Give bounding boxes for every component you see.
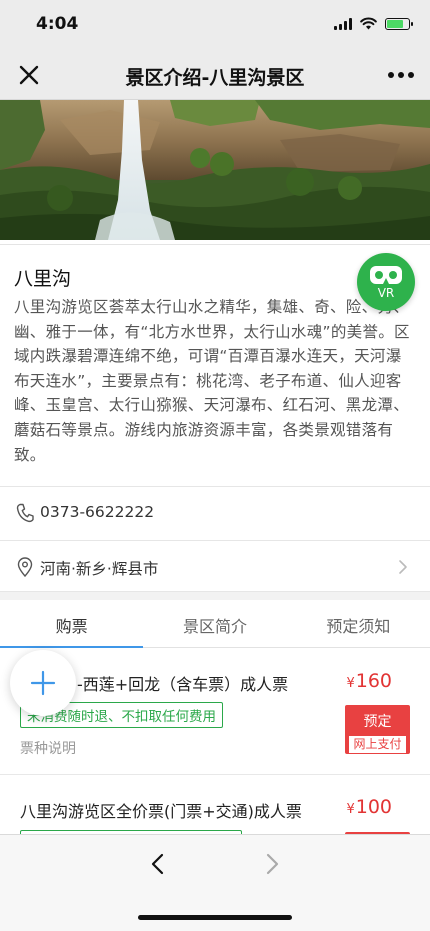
currency-symbol: ¥ — [346, 676, 355, 691]
close-icon[interactable] — [14, 60, 44, 90]
phone-icon — [16, 503, 34, 523]
wifi-icon — [360, 17, 377, 30]
more-icon[interactable] — [388, 72, 414, 78]
tab-buy-tickets[interactable]: 购票 — [0, 600, 144, 648]
price-value: 100 — [355, 796, 392, 818]
tab-bar: 购票 景区简介 预定须知 — [0, 600, 430, 648]
status-bar: 4:04 — [0, 0, 430, 50]
chevron-right-icon — [399, 560, 407, 574]
tab-scenic-intro[interactable]: 景区简介 — [143, 600, 286, 647]
vr-button[interactable]: VR — [357, 253, 415, 311]
phone-row[interactable]: 0373-6622222 — [0, 486, 430, 538]
forward-arrow-icon[interactable] — [262, 853, 282, 875]
signal-icon — [334, 17, 352, 30]
tab-booking-notes[interactable]: 预定须知 — [287, 600, 430, 647]
online-pay-label: 网上支付 — [348, 735, 407, 754]
hero-image — [0, 100, 430, 240]
status-icons — [334, 17, 413, 30]
location-pin-icon — [17, 557, 33, 577]
ticket-price: ¥100 — [346, 796, 392, 818]
ticket-type-note[interactable]: 票种说明 — [20, 738, 76, 758]
battery-level — [387, 19, 403, 28]
scenic-description: 八里沟游览区荟萃太行山水之精华，集雄、奇、险、秀、幽、雅于一体，有“北方水世界，… — [14, 298, 410, 464]
scenic-name: 八里沟 — [14, 268, 72, 290]
ticket-name: 八里沟游览区全价票(门票+交通)成人票 — [20, 802, 302, 821]
back-arrow-icon[interactable] — [148, 853, 168, 875]
status-time: 4:04 — [36, 14, 79, 34]
nav-bar: 景区介绍-八里沟景区 — [0, 50, 430, 100]
battery-charging-icon — [385, 17, 413, 30]
book-button[interactable]: 预定 网上支付 — [345, 705, 410, 754]
book-label: 预定 — [363, 714, 392, 730]
vr-headset-icon — [370, 265, 402, 284]
address-row[interactable]: 河南·新乡·辉县市 — [0, 540, 430, 592]
scenic-intro: 八里沟 八里沟游览区荟萃太行山水之精华，集雄、奇、险、秀、幽、雅于一体，有“北方… — [0, 244, 430, 486]
ticket-item[interactable]: 八里沟游览区全价票(门票+交通)成人票 ¥100 — [0, 776, 430, 836]
floating-add-button[interactable] — [10, 650, 76, 716]
page-title: 景区介绍-八里沟景区 — [125, 67, 305, 89]
plus-icon — [30, 670, 56, 696]
home-indicator — [138, 915, 292, 920]
ticket-name: -西莲+回龙（含车票）成人票 — [77, 675, 289, 694]
vr-label: VR — [377, 285, 395, 300]
phone-number: 0373-6622222 — [40, 503, 155, 521]
browser-toolbar — [0, 834, 430, 931]
section-divider — [0, 592, 430, 600]
price-value: 160 — [355, 670, 392, 692]
address-text: 河南·新乡·辉县市 — [40, 560, 159, 578]
currency-symbol: ¥ — [346, 802, 355, 817]
ticket-price: ¥160 — [346, 670, 392, 692]
